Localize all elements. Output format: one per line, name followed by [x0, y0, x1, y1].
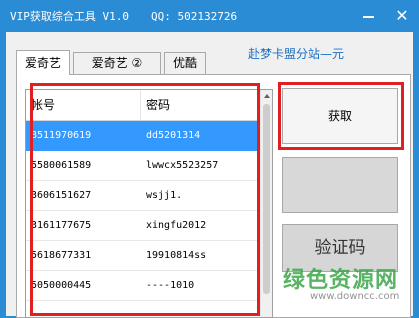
- tab-youku[interactable]: 优酷: [164, 52, 206, 74]
- vertical-scrollbar[interactable]: [260, 90, 272, 317]
- table-row[interactable]: 5618677331 19910814ss: [26, 241, 260, 271]
- account-list[interactable]: 帐号 密码 8511970619 dd5201314 5580061589 lw…: [25, 89, 273, 318]
- table-row[interactable]: 8511970619 dd5201314: [26, 121, 260, 151]
- list-header: 帐号 密码: [26, 90, 260, 121]
- app-window: VIP获取综合工具 V1.0 QQ: 502132726 ✕ 赴梦卡盟分站—元 爱…: [0, 0, 419, 318]
- account-cell: 5580061589: [31, 160, 92, 171]
- account-cell: 5618677331: [31, 250, 92, 261]
- table-row[interactable]: 5050000445 ----1010: [26, 271, 260, 301]
- close-icon: ✕: [395, 6, 409, 25]
- close-button[interactable]: ✕: [385, 0, 419, 32]
- qq-label: QQ: 502132726: [150, 10, 238, 23]
- tab-iqiyi[interactable]: 爱奇艺: [16, 50, 70, 75]
- account-cell: 8511970619: [31, 130, 92, 141]
- table-row[interactable]: 3606151627 wsjj1.: [26, 181, 260, 211]
- tab-iqiyi-2[interactable]: 爱奇艺 ②: [73, 52, 161, 74]
- column-header-password[interactable]: 密码: [141, 90, 260, 120]
- table-row[interactable]: 3161177675 xingfu2012: [26, 211, 260, 241]
- account-cell: 5050000445: [31, 280, 92, 291]
- minimize-button[interactable]: [351, 0, 385, 32]
- app-title: VIP获取综合工具 V1.0: [10, 10, 129, 23]
- password-cell: wsjj1.: [146, 190, 183, 201]
- password-cell: dd5201314: [146, 130, 201, 141]
- password-cell: xingfu2012: [146, 220, 207, 231]
- account-cell: 3161177675: [31, 220, 92, 231]
- table-row[interactable]: 5580061589 lwwcx5523257: [26, 151, 260, 181]
- window-title: VIP获取综合工具 V1.0 QQ: 502132726: [10, 8, 237, 24]
- password-cell: ----1010: [146, 280, 195, 291]
- promo-link[interactable]: 赴梦卡盟分站—元: [248, 45, 344, 62]
- password-cell: 19910814ss: [146, 250, 207, 261]
- title-bar[interactable]: VIP获取综合工具 V1.0 QQ: 502132726 ✕: [0, 0, 419, 32]
- column-header-account[interactable]: 帐号: [26, 90, 141, 120]
- account-cell: 3606151627: [31, 190, 92, 201]
- watermark-url: www.downcc.com: [310, 291, 400, 302]
- scroll-up-icon[interactable]: [264, 94, 270, 98]
- blank-button[interactable]: [282, 157, 398, 213]
- scroll-thumb[interactable]: [263, 104, 270, 294]
- get-button[interactable]: 获取: [282, 88, 398, 144]
- minimize-icon: [362, 16, 374, 18]
- watermark-logo: 绿色资源网: [283, 268, 399, 293]
- password-cell: lwwcx5523257: [146, 160, 219, 171]
